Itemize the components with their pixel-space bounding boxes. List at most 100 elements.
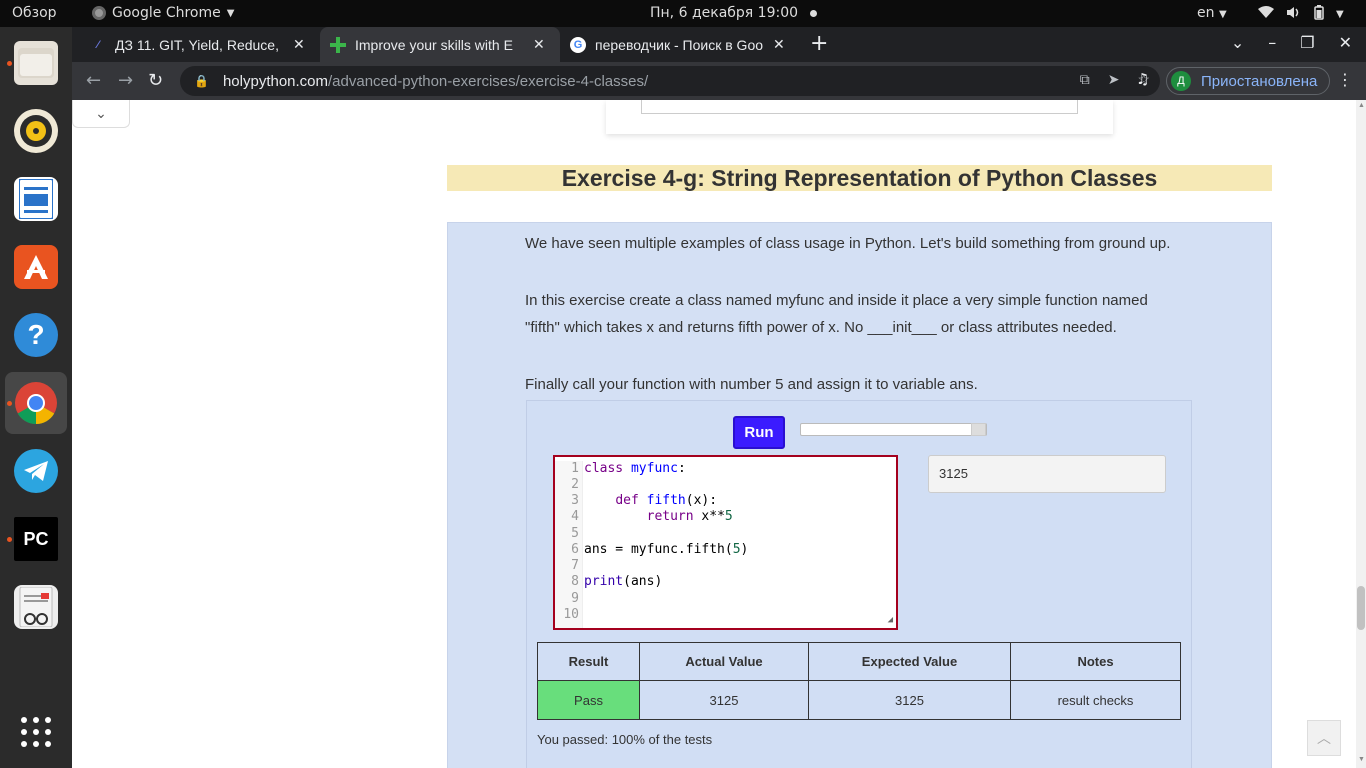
browser-window: ⁄ ДЗ 11. GIT, Yield, Reduce, ✕ Improve y… [72, 27, 1366, 768]
profile-button[interactable]: Д Приостановлена [1166, 67, 1331, 95]
lang-label: en [1197, 5, 1215, 21]
column-header: Expected Value [808, 642, 1011, 681]
dock-rhythmbox[interactable] [5, 100, 67, 162]
clock[interactable]: Пн, 6 декабря 19:00 [650, 5, 818, 21]
system-menu[interactable]: ▼ [1258, 5, 1344, 24]
exercise-intro: We have seen multiple examples of class … [525, 235, 1171, 252]
code-line: class myfunc: [584, 461, 686, 476]
previous-exercise-card [606, 100, 1113, 134]
chrome-mini-icon [92, 6, 106, 20]
slash-favicon-icon: ⁄ [97, 38, 99, 51]
google-favicon-icon: G [570, 36, 586, 53]
minimize-icon[interactable]: – [1268, 33, 1276, 52]
tab-strip: ⁄ ДЗ 11. GIT, Yield, Reduce, ✕ Improve y… [72, 27, 1366, 62]
show-apps-icon [14, 710, 58, 754]
reload-icon[interactable]: ↻ [148, 70, 163, 91]
scroll-up-icon[interactable]: ▲ [1358, 102, 1365, 109]
telegram-icon [14, 449, 58, 493]
keyboard-layout-indicator[interactable]: en ▼ [1197, 5, 1227, 21]
pycharm-icon: PC [14, 517, 58, 561]
dock-pycharm[interactable]: PC [5, 508, 67, 570]
wifi-icon [1258, 6, 1274, 23]
media-control-icon[interactable]: ♫ [1136, 70, 1149, 88]
result-cell: Pass [537, 680, 640, 720]
code-line: ans = myfunc.fifth(5) [584, 542, 749, 557]
web-page: ⌄ Exercise 4-g: String Representation of… [72, 100, 1366, 768]
close-icon[interactable]: ✕ [773, 36, 785, 53]
new-tab-icon[interactable]: + [810, 31, 828, 56]
chrome-icon [14, 381, 58, 425]
running-indicator [7, 61, 12, 66]
progress-bar [800, 423, 987, 436]
run-button[interactable]: Run [733, 416, 785, 449]
line-number: 5 [571, 526, 579, 541]
caret-down-icon: ▼ [226, 7, 235, 19]
activities-button[interactable]: Обзор [12, 5, 57, 21]
clock-label: Пн, 6 декабря 19:00 [650, 5, 799, 21]
results-table: Result Actual Value Expected Value Notes… [537, 642, 1181, 720]
scroll-down-icon[interactable]: ▼ [1358, 756, 1365, 763]
dock: ? PC [0, 27, 72, 768]
exercise-title: Exercise 4-g: String Representation of P… [447, 165, 1272, 191]
collapse-toggle[interactable]: ⌄ [72, 100, 130, 128]
line-number: 4 [571, 509, 579, 524]
line-number: 8 [571, 574, 579, 589]
dock-files[interactable] [5, 32, 67, 94]
app-menu-label: Google Chrome [112, 5, 221, 21]
tab-holypython[interactable]: Improve your skills with E ✕ [320, 27, 560, 62]
maximize-icon[interactable]: ❐ [1300, 33, 1314, 52]
browser-toolbar: ← → ↻ 🔒 holypython.com/advanced-python-e… [72, 62, 1366, 100]
notes-cell: result checks [1010, 680, 1181, 720]
caret-down-icon: ▼ [1218, 9, 1227, 20]
notification-dot-icon [810, 9, 818, 17]
close-icon[interactable]: ✕ [533, 36, 545, 53]
help-icon: ? [14, 313, 58, 357]
line-number: 6 [571, 542, 579, 557]
kebab-menu-icon[interactable]: ⋮ [1337, 70, 1353, 89]
scrollbar-thumb[interactable] [1357, 586, 1365, 630]
caret-down-icon: ▼ [1336, 9, 1344, 20]
dock-writer[interactable] [5, 168, 67, 230]
profile-status: Приостановлена [1201, 72, 1318, 90]
dock-chrome[interactable] [5, 372, 67, 434]
resize-handle-icon[interactable]: ◢ [888, 615, 893, 625]
line-number: 3 [571, 493, 579, 508]
code-line: print(ans) [584, 574, 663, 589]
output-box: 3125 [928, 455, 1166, 493]
avatar: Д [1171, 71, 1191, 91]
send-icon[interactable]: ➤ [1108, 71, 1120, 88]
progress-knob [971, 423, 986, 436]
column-header: Actual Value [639, 642, 809, 681]
dock-show-apps[interactable] [5, 701, 67, 763]
column-header: Result [537, 642, 640, 681]
dock-document-viewer[interactable] [5, 576, 67, 638]
exercise-instructions: In this exercise create a class named my… [525, 292, 1148, 336]
line-number: 2 [571, 477, 579, 492]
test-summary: You passed: 100% of the tests [537, 732, 713, 747]
dock-telegram[interactable] [5, 440, 67, 502]
tab-dz11[interactable]: ⁄ ДЗ 11. GIT, Yield, Reduce, ✕ [80, 27, 320, 62]
scroll-to-top-button[interactable]: ︿ [1307, 720, 1341, 756]
tab-translator[interactable]: G переводчик - Поиск в Goo ✕ [560, 27, 800, 62]
dock-software[interactable] [5, 236, 67, 298]
tab-title: Improve your skills with E [355, 36, 513, 53]
address-bar[interactable]: 🔒 holypython.com/advanced-python-exercis… [180, 66, 1160, 96]
close-window-icon[interactable]: ✕ [1339, 33, 1352, 52]
exercise-final-step: Finally call your function with number 5… [525, 376, 978, 393]
running-indicator [7, 401, 12, 406]
translate-icon[interactable]: ⧉ [1080, 71, 1090, 88]
close-icon[interactable]: ✕ [293, 36, 305, 53]
system-top-bar: Обзор Google Chrome ▼ Пн, 6 декабря 19:0… [0, 0, 1366, 27]
tab-title: ДЗ 11. GIT, Yield, Reduce, [115, 36, 279, 53]
previous-output-box [641, 100, 1078, 114]
tab-search-icon[interactable]: ⌄ [1231, 33, 1244, 52]
dock-help[interactable]: ? [5, 304, 67, 366]
software-center-icon [14, 245, 58, 289]
app-menu[interactable]: Google Chrome ▼ [92, 5, 234, 21]
forward-icon[interactable]: → [118, 70, 133, 91]
code-editor[interactable]: 1 2 3 4 5 6 7 8 9 10 class myfunc: def f… [553, 455, 898, 630]
page-scrollbar[interactable]: ▲ ▼ [1356, 100, 1366, 768]
holypython-favicon-icon [330, 36, 346, 53]
url-path: /advanced-python-exercises/exercise-4-cl… [328, 72, 649, 90]
back-icon[interactable]: ← [86, 70, 101, 91]
